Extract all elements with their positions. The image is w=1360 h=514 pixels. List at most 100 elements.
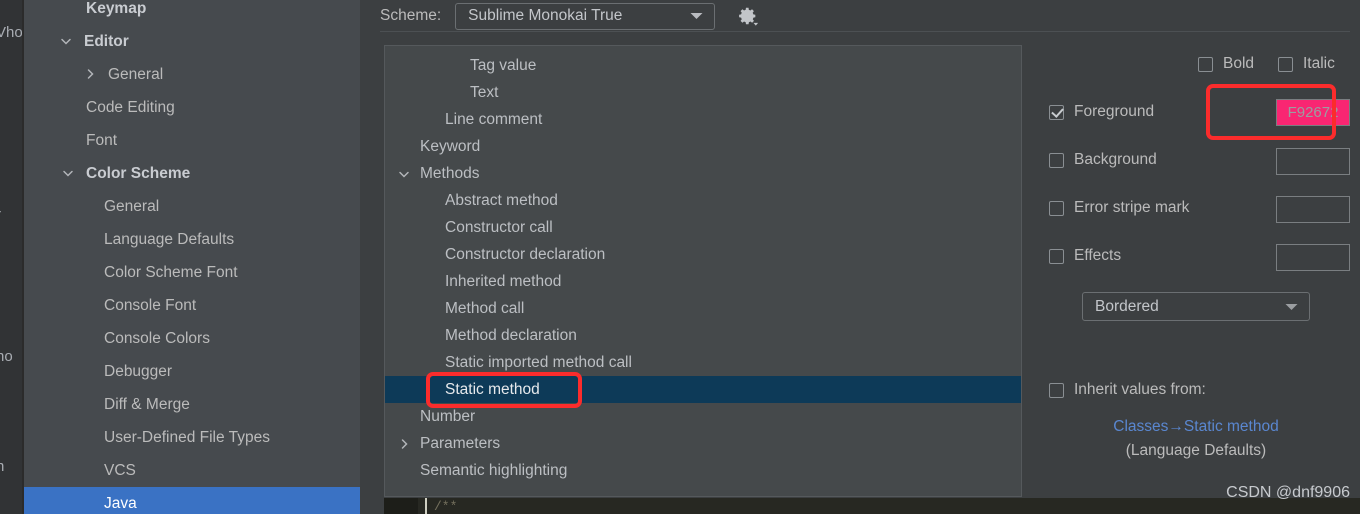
scheme-label: Scheme: (380, 7, 442, 24)
sidebar-item-debugger[interactable]: Debugger (24, 355, 360, 388)
sidebar-item-vcs[interactable]: VCS (24, 454, 360, 487)
preview-caret (425, 498, 427, 514)
attribute-item-tag-value[interactable]: Tag value (385, 52, 1021, 79)
color-attributes-list[interactable]: Tag value Text Line comment Keyword Methods A… (384, 45, 1022, 497)
sidebar-item-console-font[interactable]: Console Font (24, 289, 360, 322)
chevron-down-icon[interactable] (62, 167, 76, 181)
sidebar-item-console-colors[interactable]: Console Colors (24, 322, 360, 355)
sidebar-item-keymap[interactable]: Keymap (24, 0, 360, 25)
chevron-right-icon[interactable] (398, 437, 412, 451)
effects-label: Effects (1074, 247, 1122, 264)
attribute-item-methods[interactable]: Methods (385, 160, 1021, 187)
sidebar-item-editor[interactable]: Editor (24, 25, 360, 58)
sidebar-item-label: Language Defaults (104, 230, 235, 248)
chevron-down-icon[interactable] (398, 167, 412, 181)
background-checkbox[interactable] (1049, 152, 1064, 168)
foreground-color-swatch[interactable]: F92672 (1276, 99, 1350, 126)
sidebar-item-general[interactable]: General (24, 190, 360, 223)
chevron-right-icon[interactable] (84, 68, 98, 82)
sidebar-item-general[interactable]: General (24, 58, 360, 91)
attribute-item-line-comment[interactable]: Line comment (385, 106, 1021, 133)
bold-checkbox[interactable] (1198, 56, 1213, 72)
effects-checkbox[interactable] (1049, 248, 1064, 264)
attribute-item-inherited-method[interactable]: Inherited method (385, 268, 1021, 295)
sidebar-item-user-defined-file-types[interactable]: User-Defined File Types (24, 421, 360, 454)
attribute-item-label: Constructor call (445, 218, 553, 236)
foreground-checkbox[interactable] (1049, 104, 1064, 120)
attribute-item-number[interactable]: Number (385, 403, 1021, 430)
attribute-options-panel: Bold Italic Foreground F92672 Background (1032, 45, 1360, 497)
attribute-item-label: Tag value (470, 56, 537, 74)
watermark: CSDN @dnf9906 (1226, 484, 1350, 501)
scheme-dropdown[interactable]: Sublime Monokai True (455, 2, 716, 30)
attribute-item-parameters[interactable]: Parameters (385, 430, 1021, 457)
attribute-item-keyword[interactable]: Keyword (385, 133, 1021, 160)
sidebar-item-label: Keymap (86, 0, 147, 17)
sidebar-item-label: Color Scheme Font (104, 263, 238, 281)
italic-checkbox-row[interactable]: Italic (1278, 55, 1335, 73)
sidebar-item-language-defaults[interactable]: Language Defaults (24, 223, 360, 256)
attribute-item-label: Static method (445, 380, 540, 398)
settings-window: Vho r ho n Keymap Editor General Code Editing F… (0, 0, 1360, 514)
attribute-item-static-imported-method-call[interactable]: Static imported method call (385, 349, 1021, 376)
attribute-item-label: Method call (445, 299, 525, 317)
sidebar-item-color-scheme[interactable]: Color Scheme (24, 157, 360, 190)
chevron-down-icon[interactable] (60, 35, 74, 49)
background-label: Background (1074, 151, 1157, 168)
scheme-dropdown-value: Sublime Monokai True (468, 7, 623, 24)
inherit-values-label: Inherit values from: (1074, 381, 1206, 398)
sidebar-item-diff-merge[interactable]: Diff & Merge (24, 388, 360, 421)
sidebar-item-label: General (104, 197, 160, 215)
attribute-item-constructor-call[interactable]: Constructor call (385, 214, 1021, 241)
foreground-color-value: F92672 (1287, 104, 1339, 121)
inherit-values-checkbox[interactable] (1049, 382, 1064, 398)
sidebar-item-label: General (108, 65, 164, 83)
sidebar-item-color-scheme-font[interactable]: Color Scheme Font (24, 256, 360, 289)
bold-checkbox-row[interactable]: Bold (1198, 55, 1254, 73)
attribute-item-label: Line comment (445, 110, 543, 128)
attribute-item-semantic-highlighting[interactable]: Semantic highlighting (385, 457, 1021, 484)
bold-label: Bold (1223, 55, 1255, 72)
attribute-item-label: Constructor declaration (445, 245, 606, 263)
background-checkbox-row[interactable]: Background (1049, 151, 1157, 169)
code-preview-pane[interactable]: /** (384, 498, 1360, 514)
attribute-item-label: Semantic highlighting (420, 461, 568, 479)
gear-icon[interactable] (735, 3, 761, 29)
sidebar-item-label: Font (86, 131, 118, 149)
inherit-source-link[interactable]: Classes→Static method (1032, 418, 1360, 436)
settings-sidebar-tree[interactable]: Keymap Editor General Code Editing Font Color… (24, 0, 360, 514)
scheme-bar: Scheme: Sublime Monokai True (380, 0, 761, 32)
error-stripe-color-swatch[interactable] (1276, 196, 1350, 223)
attribute-item-label: Method declaration (445, 326, 577, 344)
foreground-label: Foreground (1074, 103, 1155, 120)
chevron-down-icon (676, 7, 703, 25)
foreground-checkbox-row[interactable]: Foreground (1049, 103, 1154, 121)
italic-checkbox[interactable] (1278, 56, 1293, 72)
attribute-item-label: Parameters (420, 434, 501, 452)
attribute-item-text[interactable]: Text (385, 79, 1021, 106)
attribute-item-constructor-declaration[interactable]: Constructor declaration (385, 241, 1021, 268)
effects-color-swatch[interactable] (1276, 244, 1350, 271)
sidebar-item-code-editing[interactable]: Code Editing (24, 91, 360, 124)
sidebar-item-font[interactable]: Font (24, 124, 360, 157)
inherit-values-checkbox-row[interactable]: Inherit values from: (1049, 381, 1206, 399)
sidebar-item-label: Diff & Merge (104, 395, 190, 413)
error-stripe-checkbox[interactable] (1049, 200, 1064, 216)
effect-type-dropdown[interactable]: Bordered (1082, 292, 1310, 321)
sidebar-item-label: Java (104, 494, 137, 512)
attribute-item-method-call[interactable]: Method call (385, 295, 1021, 322)
inherit-source-origin: (Language Defaults) (1125, 442, 1267, 459)
attribute-item-method-declaration[interactable]: Method declaration (385, 322, 1021, 349)
effects-checkbox-row[interactable]: Effects (1049, 247, 1121, 265)
edge-text-fragment: ho (0, 348, 13, 365)
attribute-item-label: Static imported method call (445, 353, 632, 371)
attribute-item-abstract-method[interactable]: Abstract method (385, 187, 1021, 214)
error-stripe-checkbox-row[interactable]: Error stripe mark (1049, 199, 1189, 217)
attribute-item-label: Abstract method (445, 191, 558, 209)
attribute-item-static-method[interactable]: Static method (385, 376, 1021, 403)
sidebar-item-java[interactable]: Java (24, 487, 360, 514)
sidebar-item-label: VCS (104, 461, 136, 479)
italic-label: Italic (1303, 55, 1335, 72)
attribute-item-label: Inherited method (445, 272, 562, 290)
background-color-swatch[interactable] (1276, 148, 1350, 175)
